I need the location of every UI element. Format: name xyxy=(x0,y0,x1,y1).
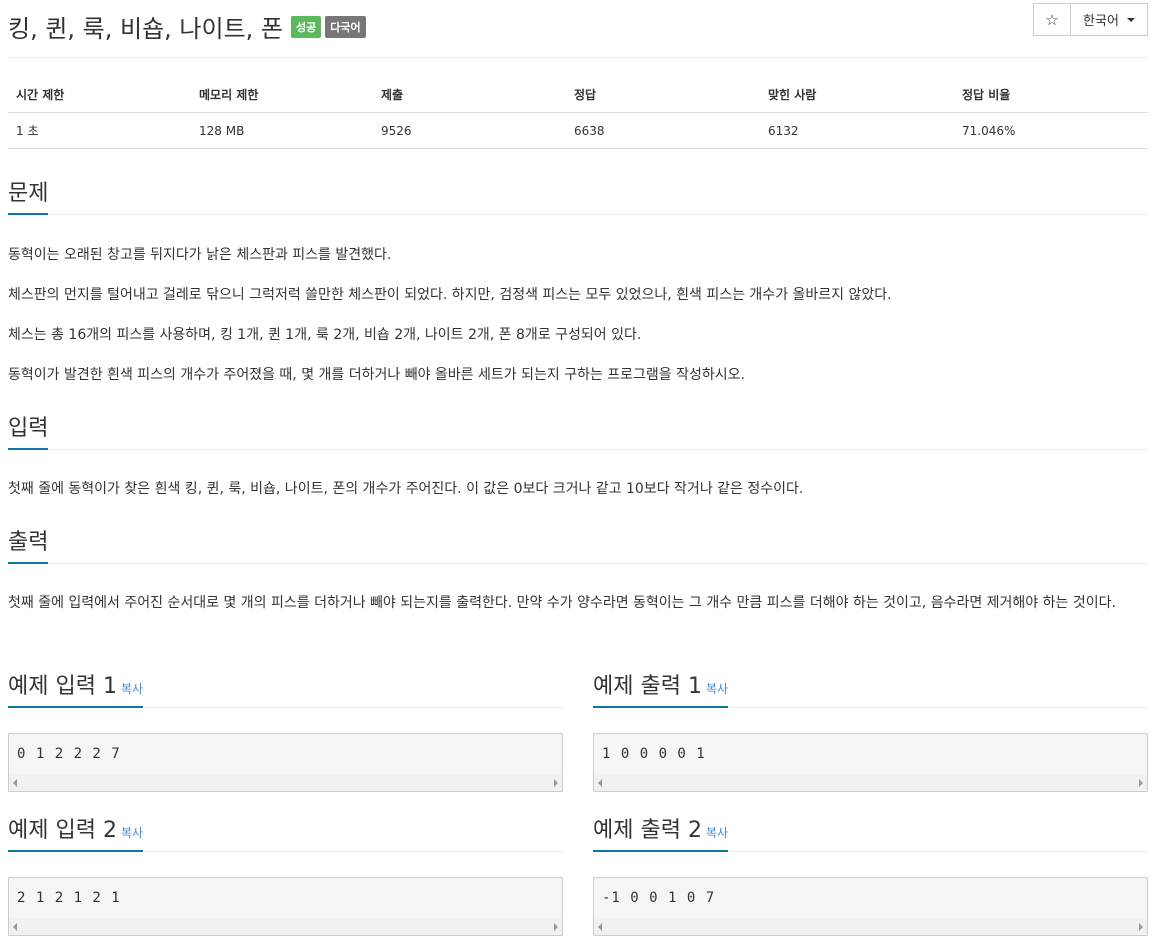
input-headline: 입력 xyxy=(8,410,1148,450)
problem-info-table: 시간 제한 메모리 제한 제출 정답 맞힌 사람 정답 비율 1 초 128 M… xyxy=(8,76,1148,149)
sample-output-2-content: -1 0 0 1 0 7 xyxy=(602,890,716,906)
copy-sample-input-2-button[interactable]: 복사 xyxy=(121,826,143,840)
scroll-left-icon[interactable] xyxy=(598,923,602,931)
sample-input-1-heading: 예제 입력 1 xyxy=(8,674,117,699)
solved-users-value: 6132 xyxy=(760,112,954,149)
description-paragraph: 동혁이는 오래된 창고를 뒤지다가 낡은 체스판과 피스를 발견했다. xyxy=(8,247,392,263)
description-paragraph: 체스판의 먼지를 털어내고 걸레로 닦으니 그럭저럭 쓸만한 체스판이 되었다.… xyxy=(8,287,892,303)
col-time-limit: 시간 제한 xyxy=(8,76,191,113)
sample-output-2-headline: 예제 출력 2 복사 xyxy=(593,812,1148,852)
sample-input-2-headline: 예제 입력 2 복사 xyxy=(8,812,563,852)
description-headline: 문제 xyxy=(8,175,1148,215)
status-badge-success: 성공 xyxy=(291,16,322,38)
input-description: 첫째 줄에 동혁이가 찾은 흰색 킹, 퀸, 룩, 비숍, 나이트, 폰의 개수… xyxy=(8,481,804,497)
table-row: 1 초 128 MB 9526 6638 6132 71.046% xyxy=(8,112,1148,149)
sample-output-2-box: -1 0 0 1 0 7 xyxy=(593,877,1148,936)
sample-output-1-headline: 예제 출력 1 복사 xyxy=(593,668,1148,708)
scroll-right-icon[interactable] xyxy=(1139,779,1143,787)
sample-input-1-box: 0 1 2 2 2 7 xyxy=(8,733,563,792)
horizontal-scrollbar[interactable] xyxy=(9,919,562,935)
col-accept-ratio: 정답 비율 xyxy=(954,76,1148,113)
scroll-right-icon[interactable] xyxy=(1139,923,1143,931)
scroll-left-icon[interactable] xyxy=(13,923,17,931)
description-paragraph: 동혁이가 발견한 흰색 피스의 개수가 주어졌을 때, 몇 개를 더하거나 빼야… xyxy=(8,367,745,383)
sample-input-2-box: 2 1 2 1 2 1 xyxy=(8,877,563,936)
sample-output-1-content: 1 0 0 0 0 1 xyxy=(602,746,706,762)
star-icon: ☆ xyxy=(1045,10,1059,29)
memory-limit-value: 128 MB xyxy=(191,112,373,149)
input-heading: 입력 xyxy=(8,410,49,450)
copy-sample-output-2-button[interactable]: 복사 xyxy=(706,826,728,840)
col-solved-users: 맞힌 사람 xyxy=(760,76,954,113)
language-dropdown[interactable]: 한국어 xyxy=(1071,3,1148,36)
copy-sample-output-1-button[interactable]: 복사 xyxy=(706,682,728,696)
scroll-track[interactable] xyxy=(23,777,548,789)
horizontal-scrollbar[interactable] xyxy=(594,919,1147,935)
scroll-right-icon[interactable] xyxy=(554,779,558,787)
sample-input-2-heading: 예제 입력 2 xyxy=(8,818,117,843)
scroll-track[interactable] xyxy=(608,777,1133,789)
sample-input-1-content: 0 1 2 2 2 7 xyxy=(17,746,121,762)
sample-output-1-box: 1 0 0 0 0 1 xyxy=(593,733,1148,792)
output-headline: 출력 xyxy=(8,524,1148,564)
horizontal-scrollbar[interactable] xyxy=(9,775,562,791)
time-limit-value: 1 초 xyxy=(8,112,191,149)
submissions-value: 9526 xyxy=(373,112,566,149)
sample-output-1-heading: 예제 출력 1 xyxy=(593,674,702,699)
copy-sample-input-1-button[interactable]: 복사 xyxy=(121,682,143,696)
accept-ratio-value: 71.046% xyxy=(954,112,1148,149)
scroll-track[interactable] xyxy=(23,921,548,933)
description-heading: 문제 xyxy=(8,175,49,215)
output-description: 첫째 줄에 입력에서 주어진 순서대로 몇 개의 피스를 더하거나 빼야 되는지… xyxy=(8,595,1116,611)
sample-input-2-content: 2 1 2 1 2 1 xyxy=(17,890,121,906)
header-controls: ☆ 한국어 xyxy=(1033,3,1148,36)
col-accepted: 정답 xyxy=(566,76,760,113)
problem-title: 킹, 퀸, 룩, 비숍, 나이트, 폰 xyxy=(8,14,284,43)
scroll-left-icon[interactable] xyxy=(13,779,17,787)
col-submissions: 제출 xyxy=(373,76,566,113)
favorite-button[interactable]: ☆ xyxy=(1033,3,1071,36)
table-header-row: 시간 제한 메모리 제한 제출 정답 맞힌 사람 정답 비율 xyxy=(8,76,1148,113)
scroll-track[interactable] xyxy=(608,921,1133,933)
horizontal-scrollbar[interactable] xyxy=(594,775,1147,791)
scroll-right-icon[interactable] xyxy=(554,923,558,931)
accepted-value: 6638 xyxy=(566,112,760,149)
description-paragraph: 체스는 총 16개의 피스를 사용하며, 킹 1개, 퀸 1개, 룩 2개, 비… xyxy=(8,327,642,343)
problem-header: 킹, 퀸, 룩, 비숍, 나이트, 폰 성공 다국어 xyxy=(8,6,366,46)
multilingual-badge: 다국어 xyxy=(325,16,366,38)
header-divider xyxy=(8,57,1148,58)
caret-down-icon xyxy=(1126,17,1135,22)
sample-input-1-headline: 예제 입력 1 복사 xyxy=(8,668,563,708)
sample-output-2-heading: 예제 출력 2 xyxy=(593,818,702,843)
output-heading: 출력 xyxy=(8,524,49,564)
language-label: 한국어 xyxy=(1083,14,1119,29)
scroll-left-icon[interactable] xyxy=(598,779,602,787)
col-memory-limit: 메모리 제한 xyxy=(191,76,373,113)
